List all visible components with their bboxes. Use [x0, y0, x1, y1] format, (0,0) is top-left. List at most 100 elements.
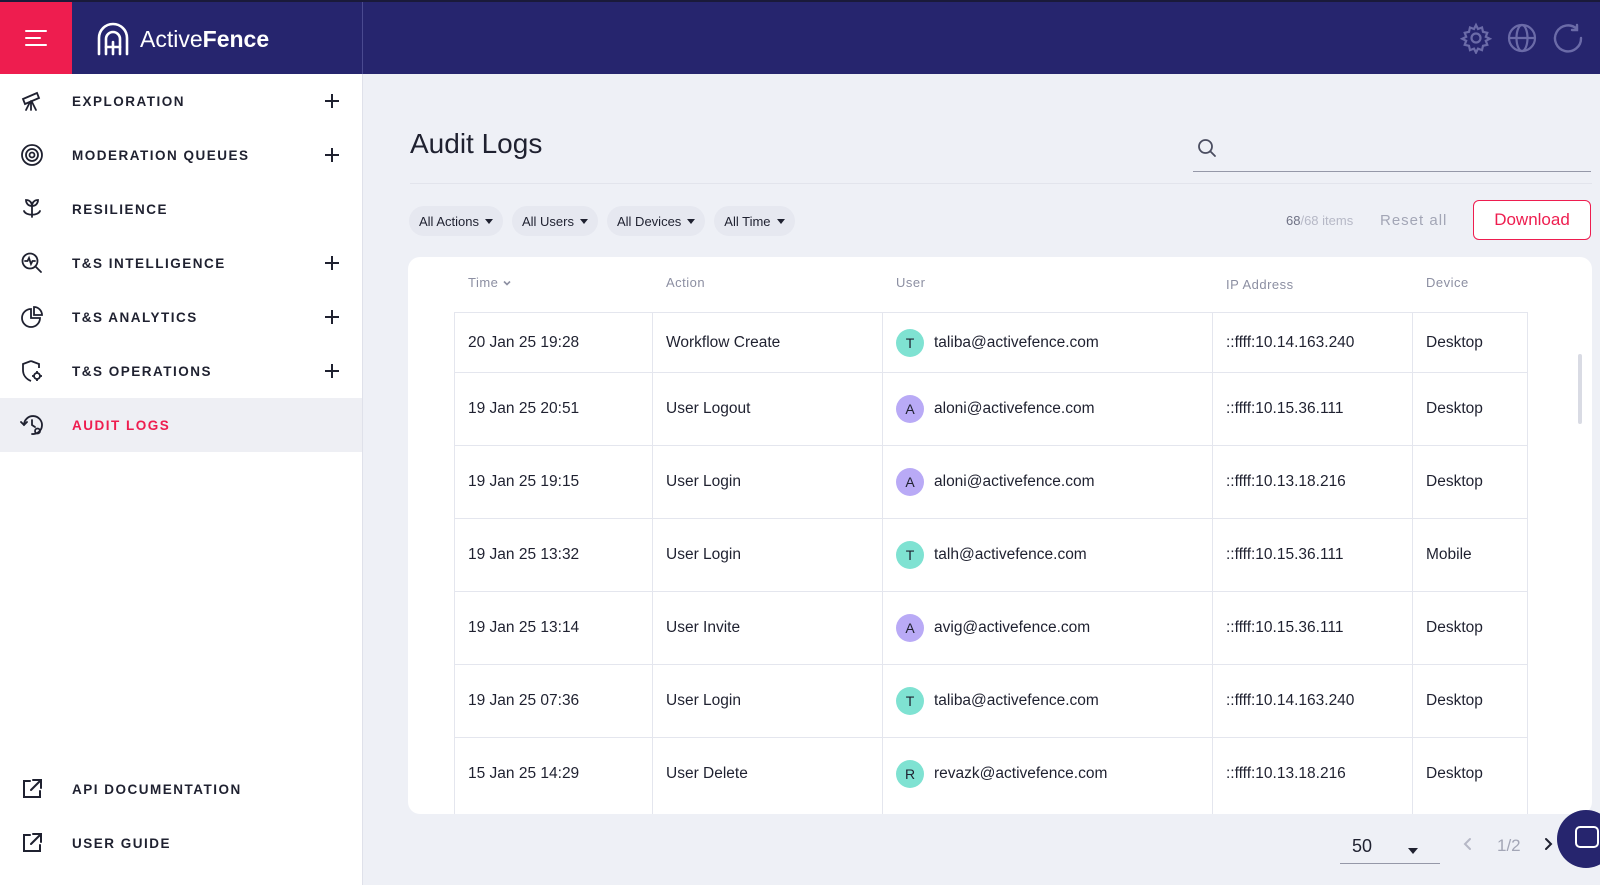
sidebar-item-label: AUDIT LOGS	[72, 417, 171, 433]
filter-time-dropdown[interactable]: All Time	[714, 206, 795, 236]
sidebar-item-label: T&S OPERATIONS	[72, 363, 213, 379]
table-row[interactable]: 15 Jan 25 14:29 User Delete Rrevazk@acti…	[454, 737, 1527, 810]
sidebar-item-api-documentation[interactable]: API DOCUMENTATION	[0, 762, 362, 816]
column-header-device[interactable]: Device	[1426, 275, 1469, 290]
table-row[interactable]: 19 Jan 25 20:51 User Logout Aaloni@activ…	[454, 372, 1527, 445]
sidebar-item-label: T&S INTELLIGENCE	[72, 255, 226, 271]
caret-down-icon	[687, 218, 696, 224]
sidebar-item-moderation-queues[interactable]: MODERATION QUEUES	[0, 128, 362, 182]
gear-icon[interactable]	[1460, 22, 1492, 54]
cell-ip: ::ffff:10.14.163.240	[1226, 333, 1355, 351]
column-header-action[interactable]: Action	[666, 275, 705, 290]
page-indicator: 1/2	[1497, 836, 1521, 855]
avatar: A	[896, 614, 924, 642]
pie-chart-icon	[21, 306, 43, 328]
user-email: taliba@activefence.com	[934, 333, 1099, 351]
sprout-icon	[23, 199, 41, 218]
search-icon	[1198, 139, 1216, 157]
cell-ip: ::ffff:10.13.18.216	[1226, 765, 1346, 782]
search-box[interactable]	[1193, 132, 1591, 172]
filter-label: All Time	[724, 213, 771, 229]
cell-time: 19 Jan 25 20:51	[468, 400, 580, 417]
column-header-label: Device	[1426, 275, 1469, 290]
plus-icon[interactable]	[324, 363, 340, 379]
cell-ip: ::ffff:10.15.36.111	[1226, 546, 1344, 563]
user-email: avig@activefence.com	[934, 619, 1091, 636]
chevron-left-icon[interactable]	[1460, 836, 1476, 852]
filter-actions-dropdown[interactable]: All Actions	[409, 206, 503, 236]
sidebar-item-ts-intelligence[interactable]: T&S INTELLIGENCE	[0, 236, 362, 290]
cell-ip: ::ffff:10.15.36.111	[1226, 400, 1344, 417]
plus-icon[interactable]	[324, 255, 340, 271]
activefence-logo-icon	[97, 22, 129, 56]
sidebar-item-label: RESILIENCE	[72, 201, 169, 217]
user-email: taliba@activefence.com	[934, 692, 1099, 709]
column-header-label: IP Address	[1226, 277, 1294, 292]
cell-time: 20 Jan 25 19:28	[468, 333, 580, 351]
cell-action: Workflow Create	[666, 333, 781, 351]
sidebar-item-ts-analytics[interactable]: T&S ANALYTICS	[0, 290, 362, 344]
top-bar: Active Fence	[0, 0, 1600, 74]
column-header-user[interactable]: User	[896, 275, 925, 290]
items-count: 68/68 items	[1286, 213, 1353, 228]
sidebar-item-label: API DOCUMENTATION	[72, 781, 242, 797]
table-scrollbar[interactable]	[1578, 354, 1582, 424]
cell-action: User Invite	[666, 619, 741, 636]
cell-time: 19 Jan 25 19:15	[468, 473, 580, 490]
header-divider	[410, 183, 1592, 184]
cell-user: Aaloni@activefence.com	[896, 446, 1094, 518]
table-row[interactable]: 19 Jan 25 13:32 User Login Ttalh@activef…	[454, 518, 1527, 591]
filter-label: All Actions	[419, 213, 479, 229]
reset-all-button[interactable]: Reset all	[1380, 212, 1447, 229]
cell-device: Desktop	[1426, 692, 1483, 709]
globe-icon[interactable]	[1506, 22, 1538, 54]
sidebar-item-label: MODERATION QUEUES	[72, 147, 250, 163]
filter-label: All Devices	[617, 213, 682, 229]
avatar: T	[896, 687, 924, 715]
cell-user: Rrevazk@activefence.com	[896, 738, 1107, 810]
cell-device: Desktop	[1426, 765, 1483, 782]
brand-name-regular: Active	[140, 25, 203, 52]
column-header-label: Time	[468, 275, 499, 290]
brand-name-bold: Fence	[202, 25, 270, 52]
cell-action: User Login	[666, 692, 741, 709]
sidebar-item-audit-logs[interactable]: AUDIT LOGS	[0, 398, 362, 452]
plus-icon[interactable]	[324, 309, 340, 325]
history-gear-icon	[20, 415, 43, 435]
plus-icon[interactable]	[324, 93, 340, 109]
refresh-icon[interactable]	[1552, 22, 1584, 54]
cell-ip: ::ffff:10.13.18.216	[1226, 473, 1346, 490]
brand-logo[interactable]: Active Fence	[94, 20, 269, 58]
sidebar-item-ts-operations[interactable]: T&S OPERATIONS	[0, 344, 362, 398]
chevron-right-icon[interactable]	[1540, 836, 1556, 852]
sidebar-item-resilience[interactable]: RESILIENCE	[0, 182, 362, 236]
cell-user: Ttaliba@activefence.com	[896, 313, 1099, 372]
sidebar-item-user-guide[interactable]: USER GUIDE	[0, 816, 362, 870]
sidebar-item-exploration[interactable]: EXPLORATION	[0, 74, 362, 128]
column-header-label: Action	[666, 275, 706, 290]
table-row[interactable]: 19 Jan 25 07:36 User Login Ttaliba@activ…	[454, 664, 1527, 737]
download-button[interactable]: Download	[1473, 200, 1591, 240]
filter-users-dropdown[interactable]: All Users	[511, 206, 598, 236]
table-row[interactable]: 19 Jan 25 13:14 User Invite Aavig@active…	[454, 591, 1527, 664]
filter-devices-dropdown[interactable]: All Devices	[607, 206, 706, 236]
column-header-ip-address[interactable]: IP Address	[1226, 277, 1294, 292]
sidebar-item-label: USER GUIDE	[72, 835, 172, 851]
chat-launcher-button[interactable]	[1557, 810, 1600, 868]
items-count-total: /68 items	[1300, 213, 1354, 228]
hamburger-menu-button[interactable]	[0, 2, 72, 74]
column-header-time[interactable]: Time	[468, 275, 512, 290]
sidebar: EXPLORATION MODERATION QUEUES RESILIENCE…	[0, 74, 363, 885]
plus-icon[interactable]	[324, 147, 340, 163]
page-size-select[interactable]: 50	[1340, 830, 1440, 864]
search-input[interactable]	[1229, 136, 1579, 164]
cell-device: Desktop	[1426, 333, 1483, 351]
table-row[interactable]: 20 Jan 25 19:28 Workflow Create Ttaliba@…	[454, 312, 1527, 372]
cell-device: Desktop	[1426, 400, 1483, 417]
table-row[interactable]: 19 Jan 25 19:15 User Login Aaloni@active…	[454, 445, 1527, 518]
caret-down-icon	[776, 218, 785, 224]
chat-icon	[1575, 826, 1599, 848]
search-pulse-icon	[21, 252, 42, 273]
avatar: T	[896, 328, 924, 357]
top-divider	[362, 2, 363, 74]
